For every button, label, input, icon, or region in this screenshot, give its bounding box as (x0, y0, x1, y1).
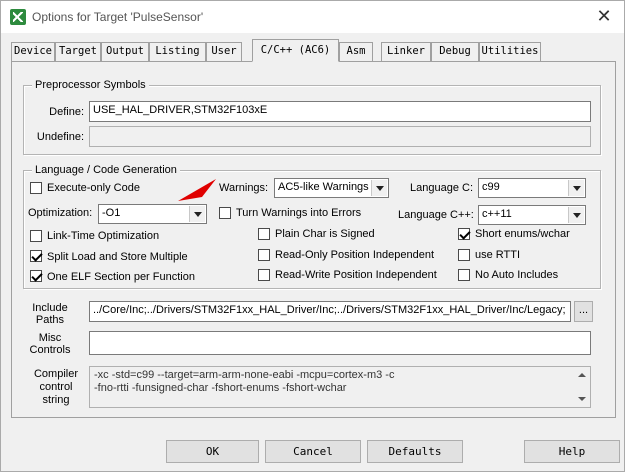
ok-button[interactable]: OK (166, 440, 259, 463)
annotation-arrow-icon (178, 179, 216, 201)
tab-asm[interactable]: Asm (339, 42, 373, 61)
close-icon[interactable]: ✕ (592, 5, 616, 29)
warnings-label: Warnings: (219, 182, 269, 194)
execute-only-label: Execute-only Code (47, 182, 140, 194)
undefine-label: Undefine: (36, 131, 84, 143)
tab-user[interactable]: User (206, 42, 242, 61)
optimization-select[interactable]: -O1 (98, 204, 207, 224)
warnings-select[interactable]: AC5-like Warnings (274, 178, 389, 198)
misc-label-line1: Misc (38, 332, 62, 344)
ro-pi-label: Read-Only Position Independent (275, 249, 434, 261)
language-cpp-label: Language C++: (398, 209, 474, 221)
short-enums-checkbox[interactable] (458, 228, 470, 240)
defaults-button[interactable]: Defaults (367, 440, 463, 463)
compiler-label-line3: string (42, 394, 70, 406)
link-time-label: Link-Time Optimization (47, 230, 160, 242)
compiler-line-1: -xc -std=c99 --target=arm-arm-none-eabi … (94, 369, 395, 381)
tab-debug[interactable]: Debug (431, 42, 479, 61)
define-input[interactable]: USE_HAL_DRIVER,STM32F103xE (89, 101, 591, 122)
compiler-label-line2: control (39, 381, 73, 393)
window-title: Options for Target 'PulseSensor' (32, 10, 204, 24)
tab-cpp-ac6[interactable]: C/C++ (AC6) (252, 39, 339, 62)
compiler-control-string[interactable]: -xc -std=c99 --target=arm-arm-none-eabi … (89, 366, 591, 408)
execute-only-checkbox[interactable] (30, 182, 42, 194)
short-enums-label: Short enums/wchar (475, 228, 570, 240)
tab-target[interactable]: Target (55, 42, 101, 61)
include-paths-input[interactable]: ../Core/Inc;../Drivers/STM32F1xx_HAL_Dri… (89, 301, 571, 322)
tab-device[interactable]: Device (11, 42, 55, 61)
tab-listing[interactable]: Listing (149, 42, 206, 61)
one-elf-label: One ELF Section per Function (47, 271, 195, 283)
compiler-control-label: Compiler control string (23, 368, 89, 407)
tab-output[interactable]: Output (101, 42, 149, 61)
rw-pi-checkbox[interactable] (258, 269, 270, 281)
keil-app-icon (10, 9, 26, 25)
preprocessor-group-label: Preprocessor Symbols (32, 79, 149, 91)
split-load-checkbox[interactable] (30, 250, 42, 262)
no-auto-includes-checkbox[interactable] (458, 269, 470, 281)
help-button[interactable]: Help (524, 440, 620, 463)
use-rtti-label: use RTTI (475, 249, 521, 261)
options-dialog: Options for Target 'PulseSensor' ✕ Devic… (0, 0, 625, 472)
define-label: Define: (49, 106, 84, 118)
turn-warnings-label: Turn Warnings into Errors (236, 207, 362, 219)
compiler-label-line1: Compiler (33, 368, 78, 380)
compiler-line-2: -fno-rtti -funsigned-char -fshort-enums … (94, 382, 347, 394)
use-rtti-checkbox[interactable] (458, 249, 470, 261)
undefine-input[interactable] (89, 126, 591, 147)
chevron-down-icon[interactable] (189, 206, 205, 222)
plain-char-checkbox[interactable] (258, 228, 270, 240)
language-c-select[interactable]: c99 (478, 178, 586, 198)
scroll-down-icon[interactable] (576, 394, 588, 404)
tab-utilities[interactable]: Utilities (479, 42, 541, 61)
ro-pi-checkbox[interactable] (258, 249, 270, 261)
misc-controls-input[interactable] (89, 331, 591, 355)
chevron-down-icon[interactable] (568, 207, 584, 223)
language-cpp-value: c++11 (482, 208, 512, 220)
chevron-down-icon[interactable] (371, 180, 387, 196)
title-bar: Options for Target 'PulseSensor' ✕ (1, 1, 624, 33)
include-paths-label: Include Paths (23, 302, 77, 326)
language-cpp-select[interactable]: c++11 (478, 205, 586, 225)
scroll-up-icon[interactable] (576, 370, 588, 380)
include-label-line1: Include (32, 302, 68, 314)
split-load-label: Split Load and Store Multiple (47, 251, 188, 263)
tab-linker[interactable]: Linker (381, 42, 431, 61)
language-c-label: Language C: (410, 182, 473, 194)
one-elf-checkbox[interactable] (30, 270, 42, 282)
optimization-value: -O1 (102, 207, 121, 219)
misc-controls-label: Misc Controls (23, 332, 77, 356)
language-group-label: Language / Code Generation (32, 164, 180, 176)
link-time-checkbox[interactable] (30, 230, 42, 242)
optimization-label: Optimization: (28, 207, 93, 219)
plain-char-label: Plain Char is Signed (275, 228, 375, 240)
chevron-down-icon[interactable] (568, 180, 584, 196)
warnings-value: AC5-like Warnings (278, 181, 369, 193)
include-browse-button[interactable]: ... (574, 301, 593, 322)
cancel-button[interactable]: Cancel (265, 440, 361, 463)
language-c-value: c99 (482, 181, 500, 193)
rw-pi-label: Read-Write Position Independent (275, 269, 437, 281)
include-label-line2: Paths (35, 314, 65, 326)
turn-warnings-checkbox[interactable] (219, 207, 231, 219)
no-auto-includes-label: No Auto Includes (475, 269, 559, 281)
misc-label-line2: Controls (29, 344, 71, 356)
